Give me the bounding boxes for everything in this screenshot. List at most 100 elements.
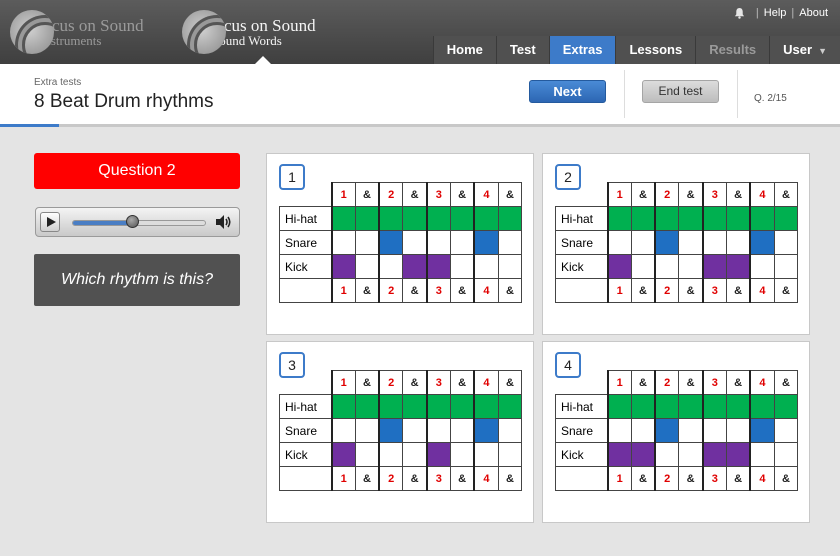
hihat-hit-cell (378, 394, 404, 419)
hihat-hit-cell (678, 206, 704, 231)
snare-hit-cell (425, 418, 451, 443)
snare-hit-cell (330, 418, 356, 443)
kick-hit-cell (678, 442, 704, 467)
beat-count-label: & (678, 370, 704, 395)
hihat-hit-cell (725, 206, 751, 231)
nav-tab-extras[interactable]: Extras (548, 36, 616, 64)
rhythm-option-3[interactable]: 3 1 & 2 & 3 & 4 & Hi-hat Snare Kick 1 & 2 & 3 & 4 & (266, 341, 534, 523)
end-test-button[interactable]: End test (642, 80, 719, 103)
kick-hit-cell (606, 254, 632, 279)
hihat-hit-cell (701, 394, 727, 419)
hihat-hit-cell (449, 206, 475, 231)
kick-hit-cell (330, 254, 356, 279)
beat-count-label: 2 (378, 370, 404, 395)
volume-icon[interactable] (215, 214, 233, 230)
beat-count-label: & (725, 278, 751, 303)
snare-hit-cell (449, 418, 475, 443)
beat-count-label: 1 (330, 370, 356, 395)
snare-hit-cell (678, 418, 704, 443)
nav-tab-label: User (783, 42, 813, 57)
beat-count-label: 2 (654, 466, 680, 491)
beat-count-label: & (773, 278, 799, 303)
utility-links: | Help | About (734, 7, 828, 19)
brand-sound-words[interactable]: Focus on Sound Sound Words (182, 8, 316, 56)
beat-count-label: & (449, 370, 475, 395)
beat-count-label: & (354, 182, 380, 207)
hihat-hit-cell (449, 394, 475, 419)
beat-count-label: & (773, 466, 799, 491)
snare-hit-cell (354, 230, 380, 255)
hihat-hit-cell (330, 394, 356, 419)
snare-hit-cell (497, 230, 523, 255)
snare-hit-cell (606, 230, 632, 255)
nav-tab-label: Home (446, 42, 483, 57)
nav-tab-lessons[interactable]: Lessons (615, 36, 696, 64)
play-icon[interactable] (40, 212, 60, 232)
beat-count-label: 3 (425, 466, 451, 491)
hihat-hit-cell (773, 206, 799, 231)
beat-count-label: 3 (701, 466, 727, 491)
instrument-label: Snare (555, 230, 608, 255)
beat-count-label: 1 (330, 278, 356, 303)
beat-count-label: 4 (473, 182, 499, 207)
rhythm-option-4[interactable]: 4 1 & 2 & 3 & 4 & Hi-hat Snare Kick 1 & 2 & 3 & 4 & (542, 341, 810, 523)
snare-hit-cell (402, 230, 428, 255)
next-button[interactable]: Next (529, 80, 606, 103)
instrument-label: Snare (279, 230, 332, 255)
hihat-hit-cell (630, 394, 656, 419)
hihat-hit-cell (678, 394, 704, 419)
kick-hit-cell (354, 254, 380, 279)
snare-hit-cell (378, 418, 404, 443)
instrument-label: Snare (279, 418, 332, 443)
kick-hit-cell (773, 254, 799, 279)
question-label: Question 2 (34, 153, 240, 189)
divider (737, 70, 738, 118)
main-nav: Home Test Extras Lessons Results User ▼ (432, 36, 840, 64)
snare-hit-cell (630, 230, 656, 255)
rhythm-grid: 1 & 2 & 3 & 4 & Hi-hat Snare Kick 1 & 2 & 3 & 4 & (555, 182, 799, 303)
kick-hit-cell (725, 442, 751, 467)
hihat-hit-cell (654, 394, 680, 419)
hihat-hit-cell (330, 206, 356, 231)
snare-hit-cell (701, 230, 727, 255)
hihat-hit-cell (402, 206, 428, 231)
beat-count-label: & (773, 370, 799, 395)
kick-hit-cell (449, 442, 475, 467)
hihat-hit-cell (701, 206, 727, 231)
kick-hit-cell (378, 442, 404, 467)
beat-count-label: 2 (654, 370, 680, 395)
active-brand-indicator (255, 56, 271, 64)
beat-count-label: 4 (749, 182, 775, 207)
kick-hit-cell (330, 442, 356, 467)
beat-count-label: 2 (378, 278, 404, 303)
beat-count-label: & (497, 466, 523, 491)
brand-subtitle: Sound Words (212, 33, 282, 48)
grid-corner (555, 278, 608, 303)
beat-count-label: 4 (749, 466, 775, 491)
beat-count-label: 1 (606, 278, 632, 303)
test-progress-bar (0, 124, 840, 127)
beat-count-label: 2 (654, 278, 680, 303)
hihat-hit-cell (473, 206, 499, 231)
kick-hit-cell (749, 442, 775, 467)
nav-tab-home[interactable]: Home (432, 36, 496, 64)
bell-icon[interactable] (734, 7, 745, 19)
rhythm-option-1[interactable]: 1 1 & 2 & 3 & 4 & Hi-hat Snare Kick 1 & 2 & 3 & 4 & (266, 153, 534, 335)
option-number-badge: 2 (555, 164, 581, 190)
help-link[interactable]: Help (764, 7, 787, 19)
audio-seek-handle[interactable] (126, 215, 140, 228)
about-link[interactable]: About (799, 7, 828, 19)
beat-count-label: & (449, 466, 475, 491)
nav-tab-label: Lessons (629, 42, 683, 57)
rhythm-option-2[interactable]: 2 1 & 2 & 3 & 4 & Hi-hat Snare Kick 1 & 2 & 3 & 4 & (542, 153, 810, 335)
hihat-hit-cell (606, 394, 632, 419)
kick-hit-cell (473, 442, 499, 467)
brand-instruments[interactable]: Focus on Sound Instruments (10, 8, 144, 56)
beat-count-label: & (449, 182, 475, 207)
kick-hit-cell (678, 254, 704, 279)
hihat-hit-cell (725, 394, 751, 419)
snare-hit-cell (473, 230, 499, 255)
nav-tab-test[interactable]: Test (495, 36, 549, 64)
snare-hit-cell (654, 418, 680, 443)
nav-tab-user[interactable]: User ▼ (769, 36, 840, 64)
